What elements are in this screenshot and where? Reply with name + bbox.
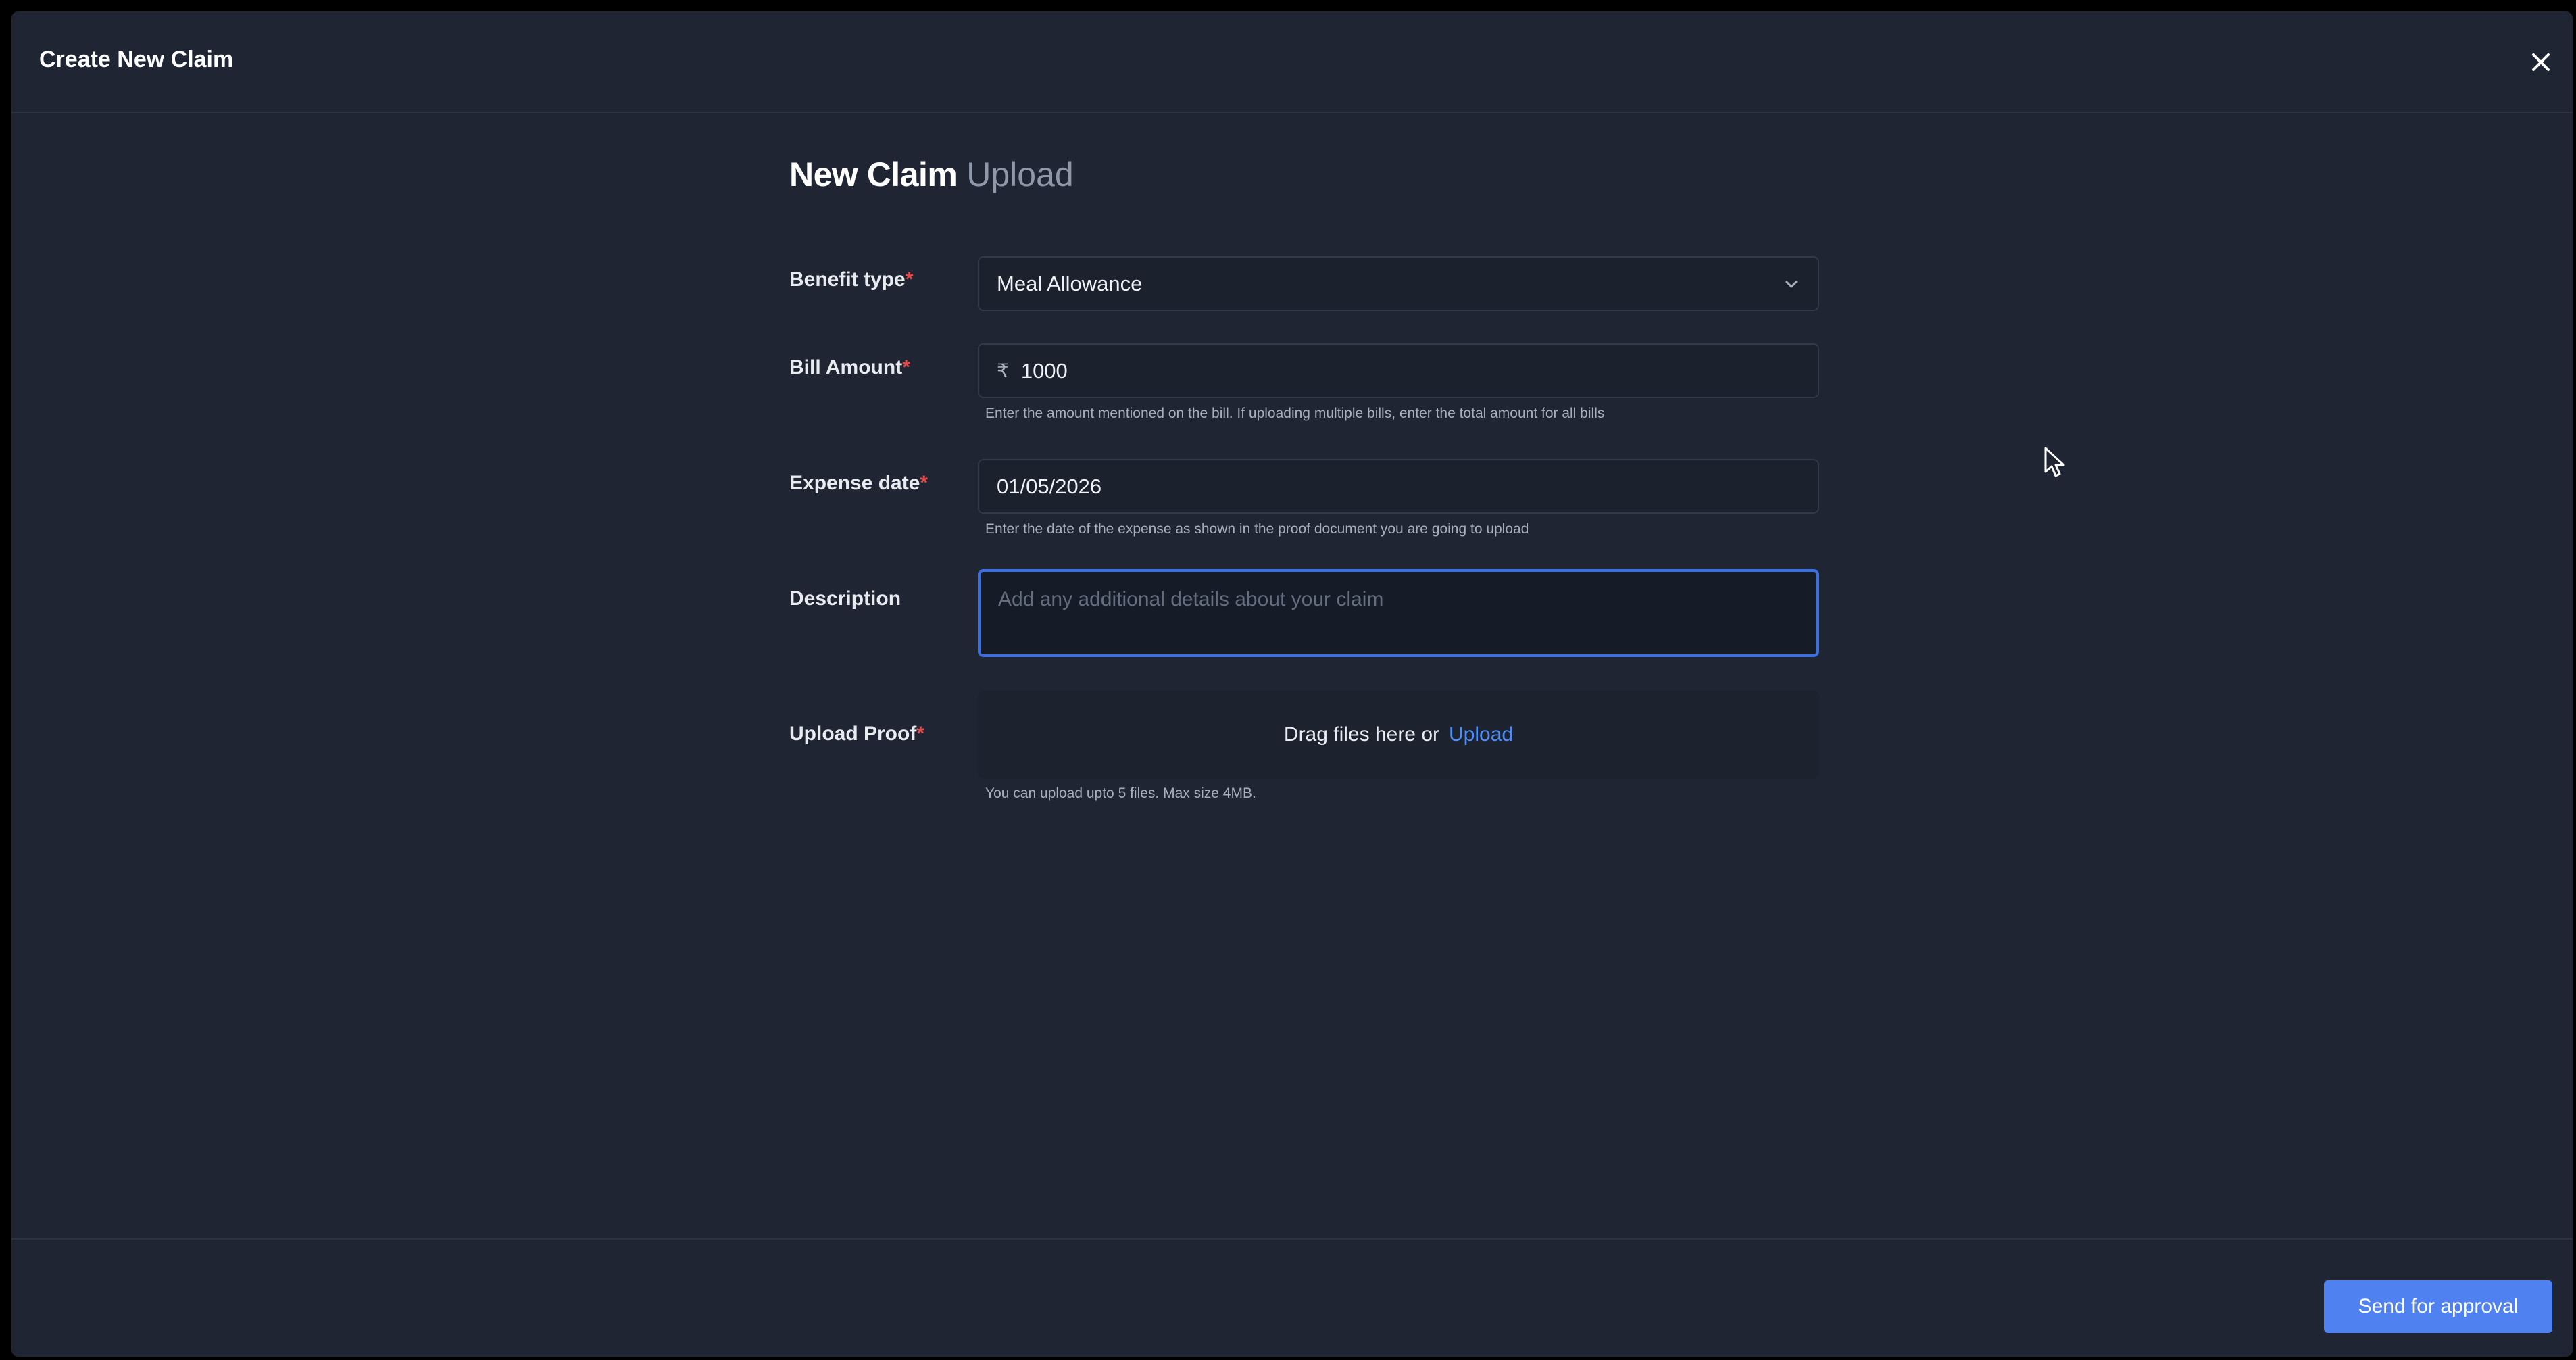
expense-date-input[interactable]: 01/05/2026 (978, 459, 1819, 514)
form-title-main: New Claim (789, 155, 958, 193)
upload-proof-label: Upload Proof* (789, 723, 924, 746)
benefit-type-select[interactable]: Meal Allowance (978, 256, 1819, 311)
close-button[interactable] (2524, 45, 2558, 79)
dropzone-text: Drag files here or (1283, 723, 1440, 746)
required-mark: * (916, 723, 925, 745)
expense-date-label-text: Expense date (789, 472, 920, 494)
expense-date-hint: Enter the date of the expense as shown i… (985, 521, 1529, 537)
create-claim-modal: Create New Claim New Claim Upload Benefi… (11, 11, 2573, 1357)
upload-proof-label-text: Upload Proof (789, 723, 917, 745)
upload-link[interactable]: Upload (1449, 723, 1513, 746)
close-icon (2532, 53, 2550, 71)
upload-proof-hint: You can upload upto 5 files. Max size 4M… (985, 785, 1256, 801)
description-label: Description (789, 587, 901, 610)
send-for-approval-button[interactable]: Send for approval (2324, 1280, 2552, 1333)
rupee-icon: ₹ (997, 360, 1009, 381)
upload-dropzone[interactable]: Drag files here or Upload (978, 691, 1819, 779)
benefit-type-value: Meal Allowance (997, 271, 1143, 295)
modal-title: Create New Claim (39, 47, 234, 72)
required-mark: * (920, 472, 928, 494)
chevron-down-icon (1783, 275, 1800, 293)
modal-header: Create New Claim (11, 11, 2573, 113)
mouse-cursor-icon (2044, 447, 2065, 477)
bill-amount-value: 1000 (1020, 358, 1068, 383)
benefit-type-label: Benefit type* (789, 268, 913, 291)
expense-date-value: 01/05/2026 (997, 474, 1102, 498)
bill-amount-input[interactable]: ₹ 1000 (978, 343, 1819, 398)
bill-amount-label-text: Bill Amount (789, 356, 903, 379)
bill-amount-label: Bill Amount* (789, 356, 910, 379)
benefit-type-label-text: Benefit type (789, 268, 906, 291)
required-mark: * (902, 356, 910, 379)
modal-footer: Send for approval (11, 1238, 2573, 1357)
form-title: New Claim Upload (789, 155, 1074, 194)
description-textarea[interactable]: Add any additional details about your cl… (978, 569, 1819, 657)
expense-date-label: Expense date* (789, 472, 928, 495)
bill-amount-hint: Enter the amount mentioned on the bill. … (985, 406, 1605, 421)
required-mark: * (905, 268, 914, 291)
form-title-sub: Upload (966, 155, 1074, 193)
